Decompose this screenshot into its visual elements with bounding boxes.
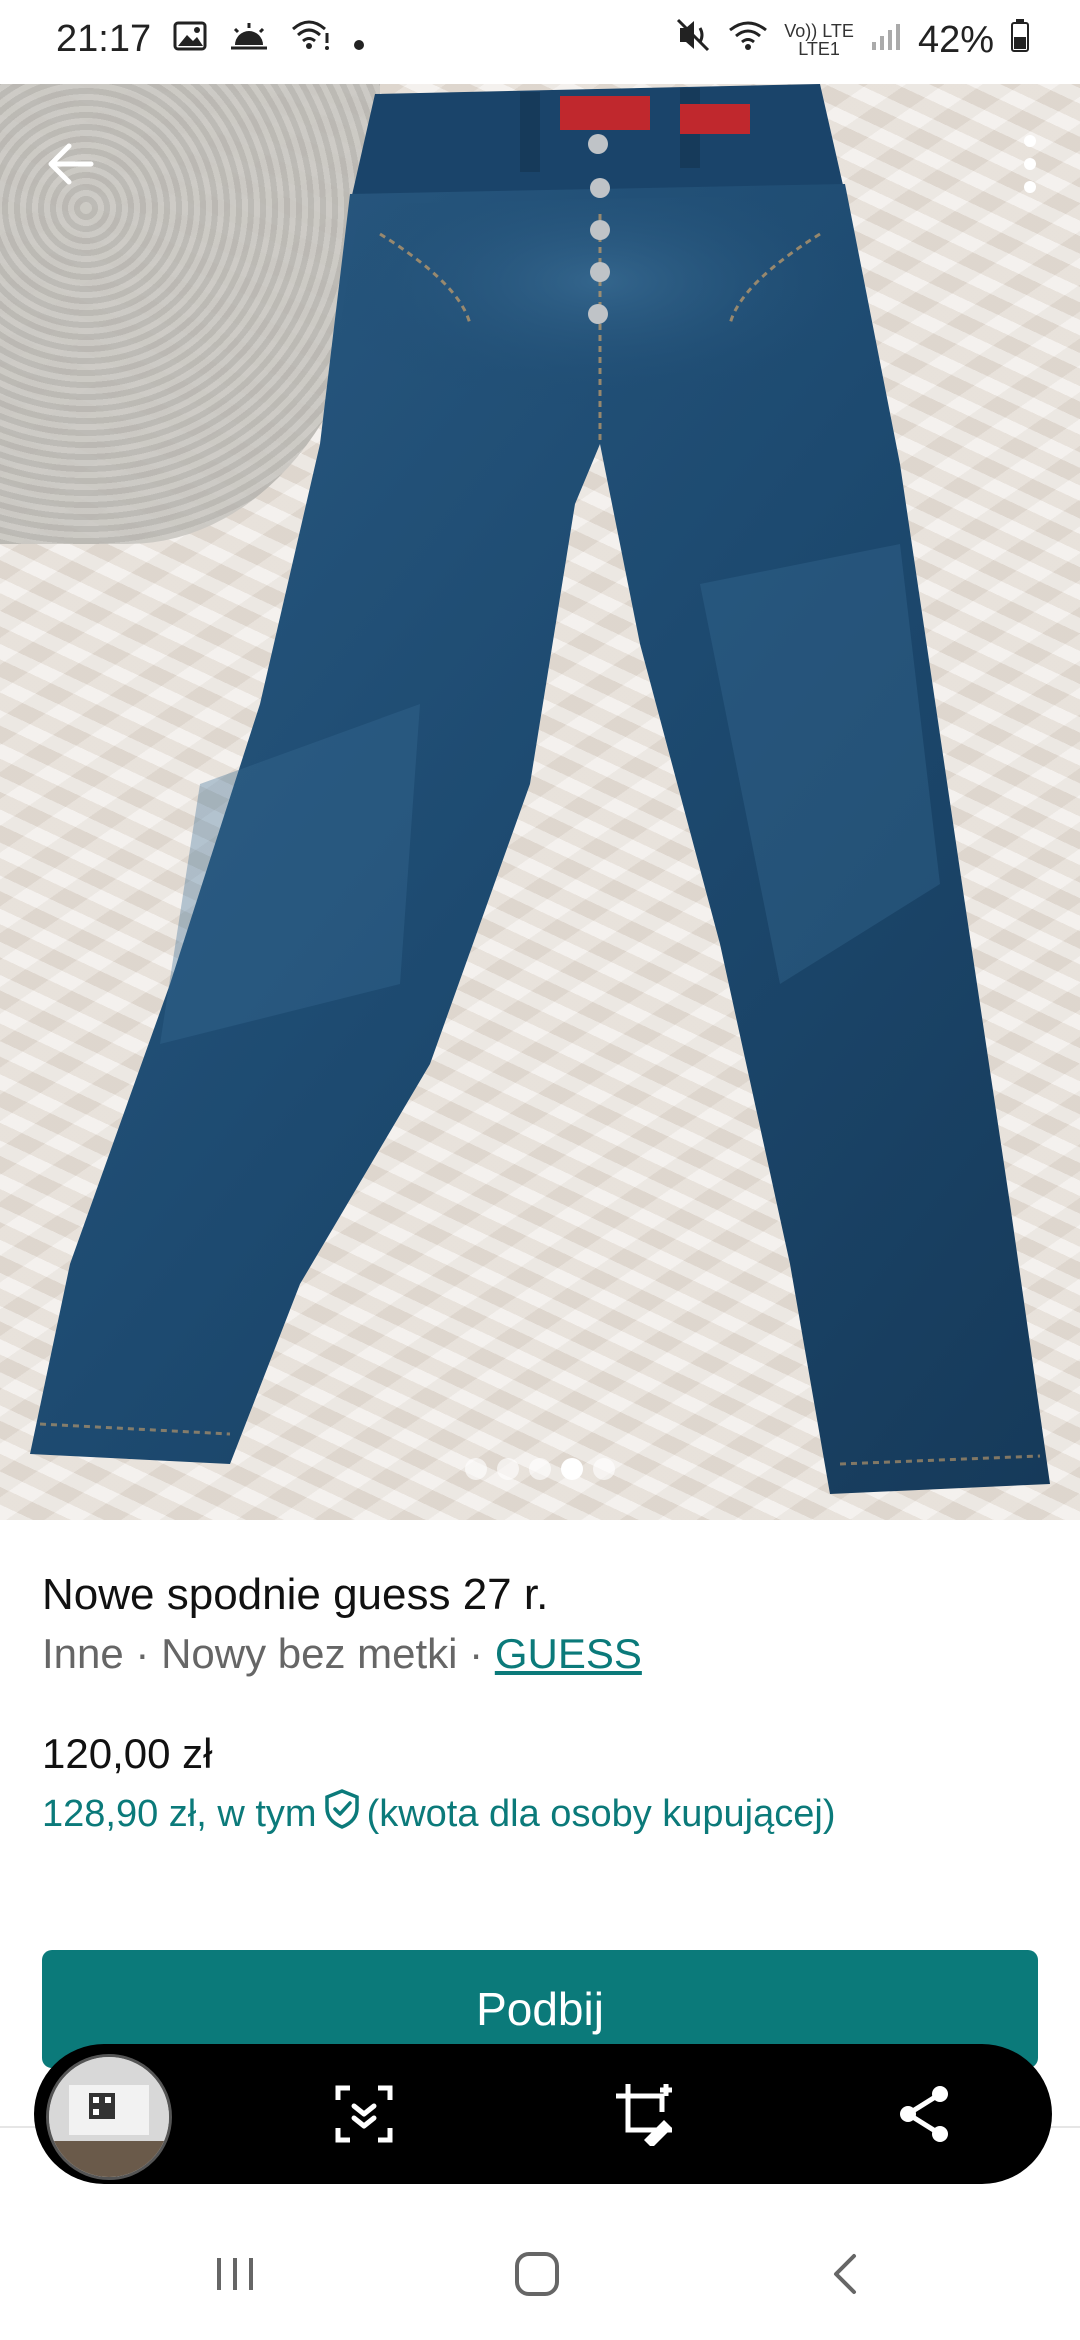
network-indicator: Vo)) LTE LTE1 — [784, 21, 854, 59]
back-icon — [834, 2254, 856, 2294]
product-photo[interactable] — [0, 84, 1080, 1520]
clock: 21:17 — [56, 18, 152, 60]
status-bar: 21:17 Vo)) LTE LTE1 42% — [0, 0, 1080, 84]
price-with-protection[interactable]: 128,90 zł, w tym (kwota dla osoby kupują… — [42, 1788, 835, 1840]
arrow-left-icon — [48, 143, 94, 185]
photo-dot[interactable] — [497, 1458, 519, 1480]
listing-price: 120,00 zł — [42, 1730, 213, 1777]
recents-button[interactable] — [190, 2244, 280, 2304]
jeans-image — [30, 84, 1050, 1494]
more-vert-icon — [1024, 135, 1036, 193]
thumbnail-preview — [49, 2057, 169, 2177]
photo-dot-active[interactable] — [561, 1458, 583, 1480]
scroll-capture-icon — [335, 2085, 393, 2143]
mute-icon — [676, 18, 712, 62]
screenshot-thumbnail[interactable] — [46, 2054, 172, 2180]
gallery-icon — [173, 18, 207, 61]
wifi-alert-icon — [291, 18, 331, 61]
brand-link[interactable]: GUESS — [495, 1630, 642, 1677]
navigation-bar — [0, 2200, 1080, 2340]
notification-dot-icon — [353, 18, 365, 61]
home-icon — [515, 2252, 559, 2296]
listing-title: Nowe spodnie guess 27 r. — [42, 1570, 549, 1619]
signal-icon — [870, 19, 902, 62]
nav-back-button[interactable] — [800, 2244, 890, 2304]
price-total-note: (kwota dla osoby kupującej) — [366, 1792, 836, 1835]
photo-dot[interactable] — [593, 1458, 615, 1480]
wifi-icon — [728, 19, 768, 62]
home-button[interactable] — [492, 2244, 582, 2304]
price-total-text: 128,90 zł, w tym — [42, 1792, 317, 1835]
share-icon — [900, 2086, 948, 2142]
crop-edit-icon — [616, 2084, 672, 2146]
battery-percent: 42% — [917, 18, 994, 61]
recents-icon — [217, 2258, 253, 2290]
photo-dot[interactable] — [465, 1458, 487, 1480]
share-button[interactable] — [884, 2074, 964, 2154]
listing-meta-prefix: Inne · Nowy bez metki · — [42, 1630, 495, 1677]
photo-pagination — [0, 1458, 1080, 1480]
scroll-capture-button[interactable] — [324, 2074, 404, 2154]
crop-edit-button[interactable] — [606, 2074, 686, 2154]
screenshot-toolbar — [34, 2044, 1052, 2184]
weather-icon — [229, 18, 269, 61]
listing-meta: Inne · Nowy bez metki · GUESS — [42, 1630, 642, 1678]
back-button[interactable] — [30, 124, 110, 204]
more-options-button[interactable] — [1000, 124, 1060, 204]
photo-dot[interactable] — [529, 1458, 551, 1480]
shield-check-icon — [323, 1788, 361, 1840]
battery-icon — [1010, 18, 1030, 62]
